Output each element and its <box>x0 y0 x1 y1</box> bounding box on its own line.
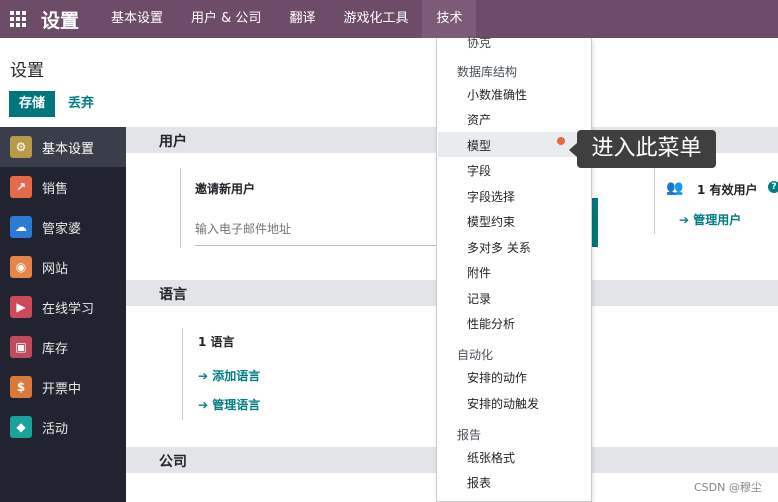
add-language-link[interactable]: ➔ 添加语言 <box>198 367 260 384</box>
discard-button[interactable]: 丢弃 <box>68 91 94 117</box>
help-icon[interactable]: ? <box>768 181 778 193</box>
cloud-icon: ☁ <box>10 216 32 238</box>
sidebar-item-invoicing[interactable]: $ 开票中 <box>0 367 126 407</box>
sidebar-item-inventory[interactable]: ▣ 库存 <box>0 327 126 367</box>
divider <box>654 168 655 234</box>
sidebar-item-guanjiapo[interactable]: ☁ 管家婆 <box>0 207 126 247</box>
section-title: 语言 <box>159 287 187 303</box>
divider <box>180 168 181 248</box>
sidebar-item-elearning[interactable]: ▶ 在线学习 <box>0 287 126 327</box>
sidebar-item-label: 销售 <box>42 181 69 197</box>
language-count: 1 语言 <box>198 335 235 349</box>
dropdown-item-profiling[interactable]: 性能分析 <box>467 315 515 332</box>
users-icon: 👥 <box>666 180 684 196</box>
invite-user-label: 邀请新用户 <box>195 182 256 196</box>
guide-dot-icon <box>557 137 565 145</box>
invoice-icon: $ <box>10 376 32 398</box>
dropdown-item-paper-format[interactable]: 纸张格式 <box>467 449 515 466</box>
dropdown-header-database: 数据库结构 <box>457 65 518 79</box>
sidebar-item-website[interactable]: ◉ 网站 <box>0 247 126 287</box>
dropdown-item-scheduled-triggers[interactable]: 安排的动触发 <box>467 395 539 412</box>
top-navbar: 设置 基本设置 用户 & 公司 翻译 游戏化工具 技术 <box>0 0 778 38</box>
dropdown-item-assets[interactable]: 资产 <box>467 111 491 128</box>
dropdown-item-partial[interactable]: 协克 <box>467 34 491 51</box>
sidebar-item-label: 活动 <box>42 421 69 437</box>
apps-menu-icon[interactable] <box>0 0 36 38</box>
menu-technical[interactable]: 技术 <box>422 0 477 38</box>
sidebar-item-events[interactable]: ◆ 活动 <box>0 407 126 447</box>
tooltip: 进入此菜单 <box>577 130 716 168</box>
dropdown-header-reporting: 报告 <box>457 428 482 442</box>
active-users-count: 1 有效用户 <box>697 183 758 197</box>
globe-icon: ◉ <box>10 256 32 278</box>
divider <box>182 328 183 420</box>
section-title: 用户 <box>159 134 187 150</box>
dropdown-item-fields[interactable]: 字段 <box>467 162 491 179</box>
menu-basic-settings[interactable]: 基本设置 <box>97 0 177 38</box>
dropdown-item-reports[interactable]: 报表 <box>467 474 491 491</box>
menu-translations[interactable]: 翻译 <box>275 0 329 38</box>
dropdown-item-field-selection[interactable]: 字段选择 <box>467 188 515 205</box>
dropdown-item-decimal-accuracy[interactable]: 小数准确性 <box>467 86 527 103</box>
dropdown-item-records[interactable]: 记录 <box>467 290 491 307</box>
box-icon: ▣ <box>10 336 32 358</box>
sidebar-item-label: 基本设置 <box>42 141 95 157</box>
save-button[interactable]: 存储 <box>9 91 55 117</box>
dropdown-item-model-constraints[interactable]: 模型约束 <box>467 213 515 230</box>
technical-dropdown-menu: 协克 数据库结构 小数准确性 资产 模型 字段 字段选择 模型约束 多对多 关系… <box>436 36 592 502</box>
sidebar-item-label: 在线学习 <box>42 301 95 317</box>
gear-icon: ⚙ <box>10 136 32 158</box>
section-title: 公司 <box>159 454 187 470</box>
link-label: 管理用户 <box>693 213 742 227</box>
sidebar-item-sales[interactable]: ↗ 销售 <box>0 167 126 207</box>
menu-users-companies[interactable]: 用户 & 公司 <box>177 0 275 38</box>
sidebar-item-label: 管家婆 <box>42 221 82 237</box>
manage-languages-link[interactable]: ➔ 管理语言 <box>198 396 260 413</box>
dropdown-item-scheduled-actions[interactable]: 安排的动作 <box>467 369 527 386</box>
app-brand: 设置 <box>41 9 80 32</box>
page-title: 设置 <box>10 61 44 81</box>
sidebar-item-label: 开票中 <box>42 381 82 397</box>
sidebar-item-label: 库存 <box>42 341 69 357</box>
chart-icon: ↗ <box>10 176 32 198</box>
invite-button-edge[interactable] <box>592 198 598 247</box>
slides-icon: ▶ <box>10 296 32 318</box>
sidebar-item-label: 网站 <box>42 261 69 277</box>
dropdown-item-models[interactable]: 模型 <box>467 137 491 154</box>
ticket-icon: ◆ <box>10 416 32 438</box>
menu-gamification[interactable]: 游戏化工具 <box>329 0 422 38</box>
dropdown-item-attachments[interactable]: 附件 <box>467 264 491 281</box>
link-label: 管理语言 <box>212 398 261 412</box>
watermark: CSDN @穆尘 <box>694 481 762 494</box>
dropdown-header-automation: 自动化 <box>457 348 494 362</box>
link-label: 添加语言 <box>212 369 261 383</box>
tooltip-arrow <box>569 143 577 157</box>
manage-users-link[interactable]: ➔ 管理用户 <box>679 211 741 228</box>
settings-sidebar: ⚙ 基本设置 ↗ 销售 ☁ 管家婆 ◉ 网站 ▶ 在线学习 ▣ 库存 $ 开票中… <box>0 127 126 502</box>
email-field[interactable] <box>195 212 445 246</box>
dropdown-item-many2many[interactable]: 多对多 关系 <box>467 239 531 256</box>
sidebar-item-basic-settings[interactable]: ⚙ 基本设置 <box>0 127 126 167</box>
